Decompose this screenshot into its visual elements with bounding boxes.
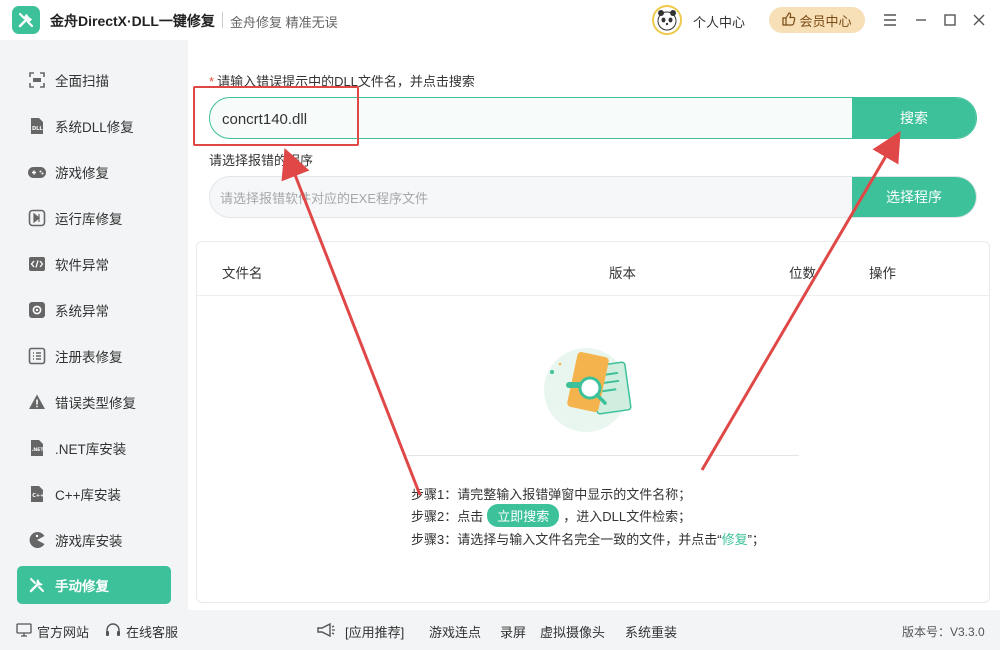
online-support-link[interactable]: 在线客服 <box>105 622 178 641</box>
dll-icon: DLL <box>27 116 47 136</box>
list-icon <box>27 346 47 366</box>
title-divider <box>222 12 223 28</box>
app-slogan: 金舟修复 精准无误 <box>230 15 338 30</box>
sidebar-item-label: 系统异常 <box>55 304 109 319</box>
app-title: 金舟DirectX·DLL一键修复 <box>50 13 215 29</box>
step-1: 步骤1：请完整输入报错弹窗中显示的文件名称； <box>411 487 692 502</box>
dll-search-box: 搜索 <box>209 97 977 139</box>
menu-icon[interactable] <box>880 10 900 30</box>
column-header-bits: 位数 <box>789 266 816 281</box>
megaphone-icon <box>316 622 336 641</box>
sidebar-item-label: 游戏修复 <box>55 166 109 181</box>
search-now-pill: 立即搜索 <box>487 504 560 527</box>
runtime-icon <box>27 208 47 228</box>
sidebar-item-label: C++库安装 <box>55 488 122 503</box>
scan-icon <box>27 70 47 90</box>
headset-icon <box>105 622 121 641</box>
close-icon[interactable] <box>969 10 989 30</box>
code-icon <box>27 254 47 274</box>
sidebar-item-label: 软件异常 <box>55 258 109 273</box>
sidebar-item-label: 游戏库安装 <box>55 534 123 549</box>
recommend-section: [应用推荐] <box>316 622 404 641</box>
version-label: 版本号：V3.3.0 <box>902 625 985 639</box>
sidebar-item-game-library[interactable]: 游戏库安装 <box>17 521 171 559</box>
sidebar-item-label: 系统DLL修复 <box>55 120 134 135</box>
step-2: 步骤2：点击 立即搜索 ，进入DLL文件检索； <box>411 504 691 527</box>
vip-center-label: 会员中心 <box>799 13 852 29</box>
sidebar-item-dotnet-install[interactable]: .NET .NET库安装 <box>17 429 171 467</box>
link-screen-recorder[interactable]: 录屏 <box>500 622 526 641</box>
step-3: 步骤3：请选择与输入文件名完全一致的文件，并点击“修复”； <box>411 529 765 548</box>
tools-icon <box>27 575 47 595</box>
link-system-reinstall[interactable]: 系统重装 <box>625 622 677 641</box>
sidebar: 全面扫描 DLL 系统DLL修复 游戏修复 运行库修复 软件异常 系统异常 注册… <box>0 40 188 610</box>
official-website-label: 官方网站 <box>37 625 90 640</box>
required-mark: * <box>209 74 215 89</box>
sidebar-item-cpp-install[interactable]: C++ C++库安装 <box>17 475 171 513</box>
pacman-icon <box>27 530 47 550</box>
gamepad-icon <box>27 162 47 182</box>
sidebar-item-label: 全面扫描 <box>55 74 109 89</box>
link-game-clicker[interactable]: 游戏连点 <box>429 622 481 641</box>
step-2-prefix: 步骤2：点击 <box>411 509 484 524</box>
sidebar-item-label: .NET库安装 <box>55 442 127 457</box>
dll-input-label: * 请输入错误提示中的DLL文件名，并点击搜索 <box>209 71 475 90</box>
link-virtual-camera[interactable]: 虚拟摄像头 <box>540 622 605 641</box>
footer: 官方网站 在线客服 [应用推荐] 游戏连点 录屏 虚拟摄像头 系统重装 版本号：… <box>0 610 1000 650</box>
sidebar-item-system-error[interactable]: 系统异常 <box>17 291 171 329</box>
step-3-prefix: 步骤3：请选择与输入文件名完全一致的文件，并点击“ <box>411 532 722 547</box>
sidebar-item-manual-repair[interactable]: 手动修复 <box>17 566 171 604</box>
dotnet-icon: .NET <box>27 438 47 458</box>
select-program-button[interactable]: 选择程序 <box>852 177 976 217</box>
program-input[interactable] <box>220 188 820 208</box>
sidebar-item-full-scan[interactable]: 全面扫描 <box>17 61 171 99</box>
empty-state-illustration <box>542 342 642 437</box>
maximize-icon[interactable] <box>940 10 960 30</box>
svg-text:.NET: .NET <box>32 447 45 453</box>
results-table: 文件名 版本 位数 操作 步骤1：请完整输入报错弹窗中显示的文件名称； 步骤2：… <box>196 241 990 603</box>
app-logo <box>12 6 40 34</box>
program-label: 请选择报错的程序 <box>209 153 314 168</box>
official-website-link[interactable]: 官方网站 <box>16 622 89 641</box>
sidebar-item-runtime-repair[interactable]: 运行库修复 <box>17 199 171 237</box>
vip-center-button[interactable]: 会员中心 <box>769 7 865 33</box>
main-panel: *请输入错误提示中的DLL文件名，并点击搜索 搜索 请选择报错的程序 选择程序 … <box>188 40 1000 610</box>
program-select-box: 选择程序 <box>209 176 977 218</box>
sidebar-item-error-type-repair[interactable]: 错误类型修复 <box>17 383 171 421</box>
sidebar-item-label: 运行库修复 <box>55 212 123 227</box>
sidebar-item-label: 注册表修复 <box>55 350 123 365</box>
sidebar-item-system-dll[interactable]: DLL 系统DLL修复 <box>17 107 171 145</box>
thumb-up-icon <box>782 11 796 29</box>
sidebar-item-label: 错误类型修复 <box>55 396 136 411</box>
monitor-icon <box>16 623 32 640</box>
avatar[interactable] <box>652 5 682 35</box>
online-support-label: 在线客服 <box>126 625 179 640</box>
title-bar: 金舟DirectX·DLL一键修复 金舟修复 精准无误 个人中心 会员中心 <box>0 0 1000 40</box>
minimize-icon[interactable] <box>911 10 931 30</box>
warning-icon <box>27 392 47 412</box>
personal-center-link[interactable]: 个人中心 <box>693 12 745 31</box>
repair-keyword: 修复 <box>721 532 748 547</box>
sidebar-item-software-error[interactable]: 软件异常 <box>17 245 171 283</box>
dll-label-text: 请输入错误提示中的DLL文件名，并点击搜索 <box>217 74 475 89</box>
search-button[interactable]: 搜索 <box>852 98 976 138</box>
sidebar-item-game-repair[interactable]: 游戏修复 <box>17 153 171 191</box>
svg-text:C++: C++ <box>32 493 44 499</box>
column-header-filename: 文件名 <box>222 266 263 281</box>
gear-icon <box>27 300 47 320</box>
step-2-suffix: ，进入DLL文件检索； <box>563 509 692 524</box>
recommend-label: [应用推荐] <box>345 625 405 640</box>
column-header-action: 操作 <box>869 266 896 281</box>
dll-search-input[interactable] <box>222 108 822 130</box>
table-header: 文件名 版本 位数 操作 <box>197 242 989 296</box>
cpp-icon: C++ <box>27 484 47 504</box>
step-3-suffix: ”； <box>747 532 765 547</box>
sidebar-item-label: 手动修复 <box>55 579 109 594</box>
divider <box>407 455 799 456</box>
sidebar-item-registry-repair[interactable]: 注册表修复 <box>17 337 171 375</box>
svg-text:DLL: DLL <box>32 126 43 132</box>
column-header-version: 版本 <box>609 266 636 281</box>
